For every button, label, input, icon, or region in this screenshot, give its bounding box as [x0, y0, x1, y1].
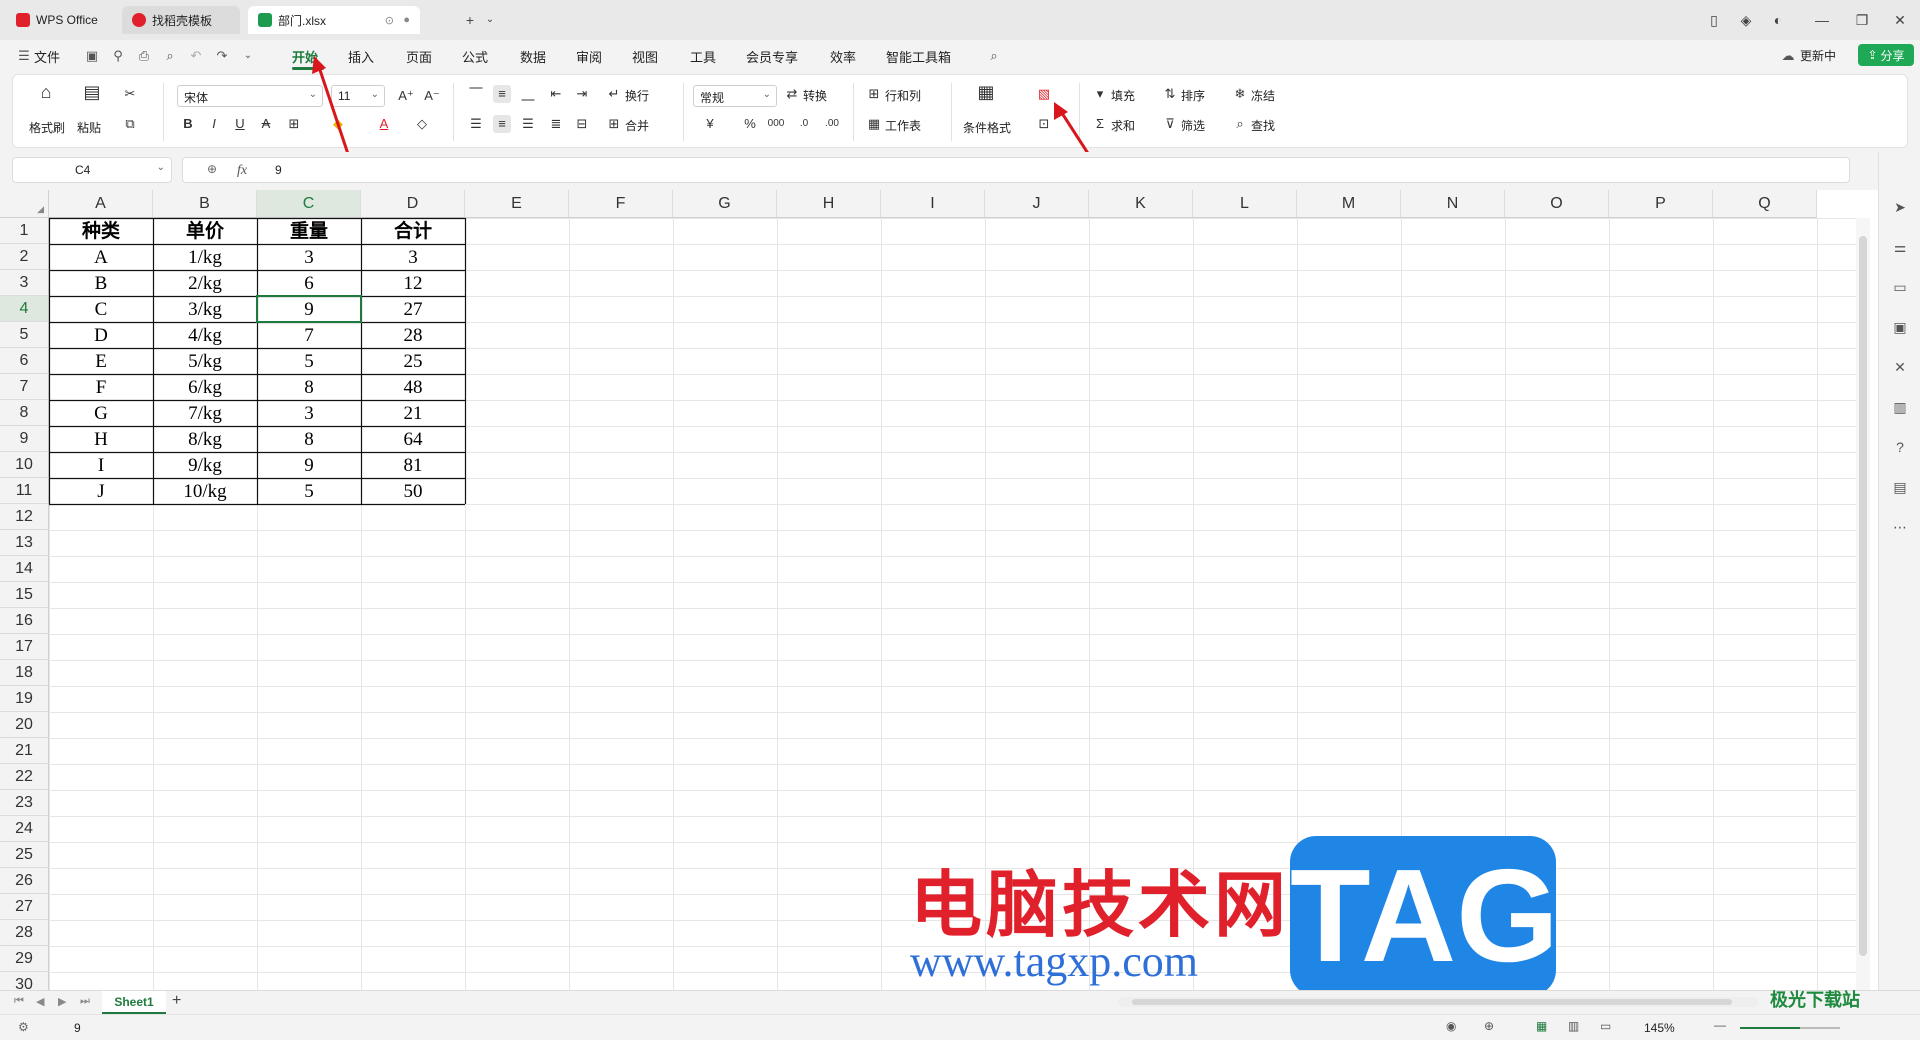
zoom-slider[interactable] [1740, 1027, 1840, 1029]
next-sheet-icon[interactable]: ▶ [58, 995, 66, 1008]
prev-sheet-icon[interactable]: ◀ [36, 995, 44, 1008]
more-icon[interactable]: ⋯ [1889, 516, 1911, 538]
watermark-tag-logo: TAG [1290, 836, 1559, 996]
form-icon[interactable]: ▤ [1889, 476, 1911, 498]
comment-icon[interactable]: ▭ [1889, 276, 1911, 298]
sheet-tab-bar: ⏮ ◀ ▶ ⏭ Sheet1 + [0, 990, 1920, 1014]
zoom-slider-fill [1740, 1027, 1800, 1029]
book-icon[interactable]: ▥ [1889, 396, 1911, 418]
formula-value: 9 [275, 163, 282, 177]
sliders-icon[interactable]: ⚌ [1889, 236, 1911, 258]
eye-protect-icon[interactable]: ◉ [1446, 1019, 1456, 1033]
watermark-corner-logo: 极光下载站 [1770, 990, 1860, 1010]
zoom-level[interactable]: 145% [1644, 1021, 1675, 1035]
right-side-panel: ➤ ⚌ ▭ ▣ ✕ ▥ ? ▤ ⋯ [1878, 152, 1920, 990]
scrollbar-thumb[interactable] [1859, 236, 1867, 956]
zoom-formula-icon[interactable]: ⊕ [207, 162, 217, 176]
page-layout-icon[interactable]: ▥ [1568, 1019, 1579, 1033]
add-sheet-icon[interactable]: + [172, 992, 181, 1010]
formula-bar: C4 ⌄ ⊕ fx 9 [0, 152, 1920, 188]
last-sheet-icon[interactable]: ⏭ [80, 995, 90, 1008]
status-value: 9 [74, 1021, 81, 1035]
zoom-out-icon[interactable]: — [1714, 1018, 1726, 1032]
status-bar: ⚙ 9 ◉ ⊕ ▦ ▥ ▭ 145% — [0, 1014, 1920, 1040]
name-box-value: C4 [75, 163, 91, 177]
name-box[interactable]: C4 ⌄ [12, 157, 172, 183]
normal-view-icon[interactable]: ▦ [1536, 1019, 1547, 1033]
selected-cell-outline [256, 295, 362, 323]
first-sheet-icon[interactable]: ⏮ [14, 995, 24, 1008]
help-icon[interactable]: ? [1889, 436, 1911, 458]
sheet-tab-label: Sheet1 [114, 995, 154, 1009]
image-edit-icon[interactable]: ▣ [1889, 316, 1911, 338]
cursor-icon[interactable]: ➤ [1889, 196, 1911, 218]
vertical-scrollbar[interactable] [1856, 218, 1870, 990]
formula-input[interactable]: ⊕ fx 9 [182, 157, 1850, 183]
sheet-tab-sheet1[interactable]: Sheet1 [102, 991, 166, 1014]
chevron-down-icon: ⌄ [156, 162, 165, 173]
macro-icon[interactable]: ⚙ [18, 1020, 29, 1034]
watermark-url: www.tagxp.com [910, 937, 1198, 986]
page-break-icon[interactable]: ▭ [1600, 1019, 1611, 1033]
horizontal-scrollbar[interactable] [1118, 997, 1758, 1007]
locate-icon[interactable]: ⊕ [1484, 1019, 1494, 1033]
fx-icon[interactable]: fx [237, 163, 247, 179]
tools-icon[interactable]: ✕ [1889, 356, 1911, 378]
horizontal-scrollbar-thumb[interactable] [1132, 999, 1732, 1005]
